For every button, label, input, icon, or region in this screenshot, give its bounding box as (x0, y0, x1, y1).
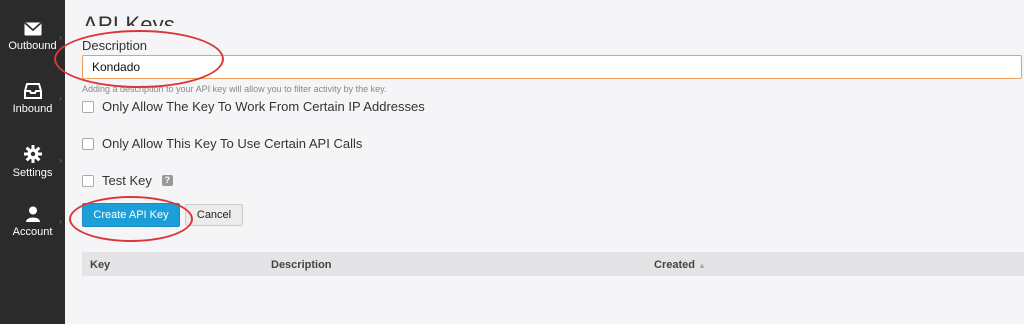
chevron-right-icon: › (59, 32, 62, 42)
column-header-description[interactable]: Description (271, 259, 332, 271)
test-key-option[interactable]: Test Key ? (82, 173, 173, 188)
create-api-key-button[interactable]: Create API Key (82, 203, 180, 227)
api-calls-restrict-checkbox[interactable] (82, 137, 94, 150)
test-key-checkbox[interactable] (82, 174, 94, 187)
gear-icon (23, 145, 42, 163)
cancel-button[interactable]: Cancel (185, 204, 243, 226)
main-content: API Keys Description Adding a descriptio… (65, 0, 1024, 324)
description-help-text: Adding a description to your API key wil… (82, 84, 387, 94)
sidebar-item-label: Outbound (8, 40, 57, 52)
api-calls-restrict-option[interactable]: Only Allow This Key To Use Certain API C… (82, 136, 362, 151)
chevron-right-icon: › (59, 155, 62, 165)
api-keys-table-header: Key Description Created ▲ (82, 252, 1024, 276)
ip-restrict-option[interactable]: Only Allow The Key To Work From Certain … (82, 99, 425, 114)
ip-restrict-label: Only Allow The Key To Work From Certain … (102, 99, 425, 114)
api-calls-restrict-label: Only Allow This Key To Use Certain API C… (102, 136, 363, 151)
test-key-label: Test Key (102, 173, 152, 188)
help-icon[interactable]: ? (161, 175, 173, 186)
column-header-created[interactable]: Created ▲ (654, 259, 706, 271)
sidebar-item-outbound[interactable]: › Outbound (0, 22, 65, 82)
sort-ascending-icon: ▲ (697, 261, 706, 270)
description-input[interactable] (82, 55, 1022, 79)
ip-restrict-checkbox[interactable] (82, 100, 94, 113)
inbox-icon (23, 83, 42, 99)
sidebar-item-settings[interactable]: › Settings (0, 145, 65, 205)
sidebar: › Outbound › Inbound › Settings › Accoun… (0, 0, 65, 324)
page-title: API Keys (83, 12, 176, 26)
envelope-icon (23, 22, 42, 36)
user-icon (25, 206, 40, 222)
sidebar-item-label: Settings (12, 167, 53, 179)
chevron-right-icon: › (59, 216, 62, 226)
description-label: Description (82, 38, 148, 53)
sidebar-item-inbound[interactable]: › Inbound (0, 83, 65, 143)
column-header-created-label: Created (654, 259, 695, 271)
column-header-key[interactable]: Key (90, 259, 110, 271)
chevron-right-icon: › (59, 93, 62, 103)
sidebar-item-account[interactable]: › Account (0, 206, 65, 266)
sidebar-item-label: Account (12, 226, 53, 238)
sidebar-item-label: Inbound (12, 103, 53, 115)
